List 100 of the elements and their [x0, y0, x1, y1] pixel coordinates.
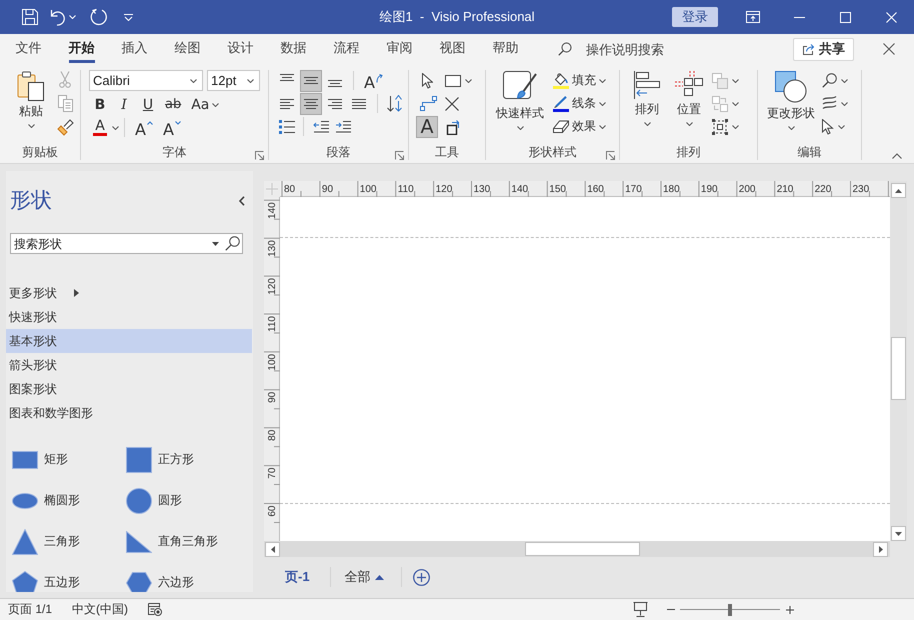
plus-icon[interactable]	[786, 606, 794, 614]
position-button[interactable]: 位置	[668, 69, 710, 144]
rotate-text-button[interactable]: A	[360, 70, 387, 92]
ribbon-tab[interactable]: 绘图	[161, 34, 214, 64]
shape-item[interactable]: 直角三角形	[126, 530, 218, 552]
ribbon-tab[interactable]: 审阅	[373, 34, 426, 64]
shape-item[interactable]: 正方形	[126, 446, 194, 472]
search-icon[interactable]	[822, 73, 837, 88]
language-status[interactable]: 中文(中国)	[72, 601, 128, 618]
undo-icon[interactable]	[50, 8, 66, 26]
dialog-launcher-icon[interactable]	[606, 151, 615, 160]
caret-icon	[686, 122, 692, 126]
bar-and-caret-icon[interactable]	[124, 14, 133, 20]
text-tool-button[interactable]: A	[416, 116, 438, 138]
ribbon-tab[interactable]: 视图	[426, 34, 479, 64]
ribbon-tab[interactable]: 设计	[214, 34, 267, 64]
search-icon[interactable]	[225, 236, 240, 251]
shape-item[interactable]: 六边形	[126, 572, 194, 592]
scroll-left-button[interactable]	[265, 542, 280, 556]
dashed-frame-icon[interactable]	[712, 118, 728, 134]
wavy-lines-icon[interactable]	[822, 96, 837, 111]
shape-item[interactable]: 圆形	[126, 488, 182, 514]
shape-item[interactable]: 椭圆形	[12, 492, 80, 509]
underline-button[interactable]: U	[137, 94, 159, 116]
font-size-dropdown[interactable]: 12pt	[207, 70, 260, 91]
horizontal-align-button[interactable]	[300, 92, 322, 114]
caret-icon[interactable]	[841, 102, 848, 106]
caret-icon[interactable]	[841, 78, 848, 82]
stencil-item[interactable]: 更多形状	[6, 281, 83, 305]
stencil-item[interactable]: 基本形状	[6, 329, 252, 353]
vertical-align-button[interactable]	[300, 70, 322, 92]
caret-icon[interactable]	[112, 126, 119, 130]
bold-button[interactable]: B	[89, 94, 111, 116]
bullets-icon[interactable]	[279, 120, 295, 134]
italic-button[interactable]: I	[113, 94, 135, 116]
ribbon-tab[interactable]: 插入	[108, 34, 161, 64]
change-case-button[interactable]: Aa	[187, 94, 224, 116]
paintbrush-icon[interactable]	[56, 119, 74, 136]
caret-icon[interactable]	[732, 78, 739, 82]
scrollbar-thumb[interactable]	[525, 542, 640, 556]
scrollbar-thumb[interactable]	[891, 337, 906, 400]
page-tab[interactable]: 页-1	[282, 566, 313, 588]
circled-plus-icon[interactable]	[412, 568, 430, 586]
line-button[interactable]: 线条	[551, 92, 608, 115]
caret-icon	[644, 122, 650, 126]
shape-item[interactable]: 三角形	[12, 528, 80, 554]
font-color-button[interactable]: A	[89, 116, 111, 138]
vertical-arrows-icon[interactable]	[387, 95, 403, 112]
effects-button[interactable]: 效果	[551, 115, 608, 138]
quick-styles-button[interactable]: 快速样式	[491, 69, 549, 144]
caret-icon[interactable]	[732, 102, 739, 106]
save-icon[interactable]	[21, 8, 39, 26]
pointer-icon[interactable]	[822, 118, 834, 134]
presentation-screen-icon[interactable]	[633, 602, 648, 617]
sign-in-button[interactable]: 登录	[672, 7, 718, 27]
shape-item[interactable]: 矩形	[12, 450, 68, 468]
horizontal-scrollbar[interactable]	[264, 541, 890, 557]
dialog-launcher-icon[interactable]	[255, 151, 264, 160]
search-icon[interactable]	[558, 42, 572, 56]
collapse-panel-icon[interactable]	[239, 196, 245, 206]
all-pages-button[interactable]: 全部	[344, 566, 384, 588]
stencil-item[interactable]: 图案形状	[6, 377, 61, 401]
dialog-launcher-icon[interactable]	[395, 151, 404, 160]
collapse-ribbon-icon[interactable]	[892, 153, 902, 159]
share-button[interactable]: 共享	[793, 38, 854, 60]
shape-item[interactable]: 五边形	[12, 570, 80, 592]
fill-button[interactable]: 填充	[551, 69, 608, 92]
caret-icon[interactable]	[732, 124, 739, 128]
stencil-item[interactable]: 快速形状	[6, 305, 61, 329]
ribbon-tab[interactable]: 文件	[2, 34, 55, 64]
zoom-slider-thumb[interactable]	[728, 604, 732, 616]
ribbon-tab[interactable]: 数据	[267, 34, 320, 64]
increase-indent-icon[interactable]	[335, 120, 351, 132]
decrease-indent-icon[interactable]	[313, 120, 329, 132]
close-icon[interactable]	[883, 43, 895, 55]
window-title: 绘图1 - Visio Professional	[379, 8, 535, 26]
stencil-item[interactable]: 箭头形状	[6, 353, 61, 377]
paste-button[interactable]: 粘贴	[11, 69, 51, 144]
tell-me-search-field[interactable]: 操作说明搜索	[586, 42, 670, 56]
group-label: 形状样式	[528, 144, 576, 161]
redo-icon[interactable]	[90, 8, 108, 26]
scroll-right-button[interactable]	[873, 542, 888, 556]
page-count-status[interactable]: 页面 1/1	[8, 601, 52, 618]
change-shape-button[interactable]: 更改形状	[762, 69, 820, 144]
align-shapes-button[interactable]: 排列	[626, 69, 668, 144]
dropdown-triangle-icon[interactable]	[212, 242, 219, 246]
search-shapes-field[interactable]: 搜索形状	[10, 233, 243, 254]
document-with-record-icon[interactable]	[148, 603, 162, 616]
ribbon-tab[interactable]: 帮助	[479, 34, 532, 64]
scroll-down-button[interactable]	[891, 526, 906, 541]
strikethrough-button[interactable]: ab	[161, 94, 186, 116]
vertical-scrollbar[interactable]	[890, 181, 907, 541]
grow-font-button[interactable]: A	[131, 116, 157, 138]
font-name-dropdown[interactable]: Calibri	[89, 70, 203, 91]
caret-icon[interactable]	[838, 124, 845, 128]
ribbon-tab[interactable]: 流程	[320, 34, 373, 64]
shrink-font-button[interactable]: A	[158, 116, 185, 138]
caret-icon	[788, 126, 794, 130]
scroll-up-button[interactable]	[891, 183, 906, 198]
stencil-item[interactable]: 图表和数学图形	[6, 401, 97, 425]
